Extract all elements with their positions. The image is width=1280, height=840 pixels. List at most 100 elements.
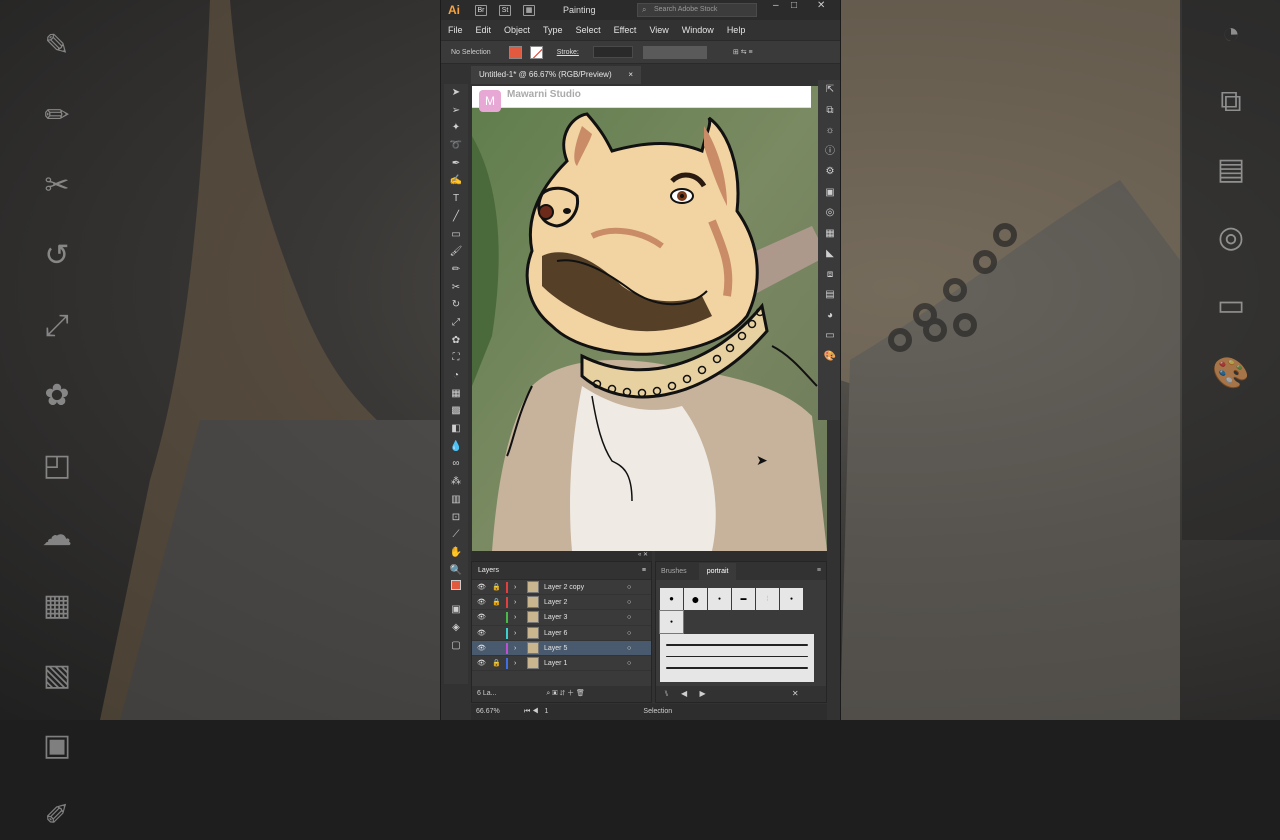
mesh-tool-icon[interactable]: ▩ bbox=[444, 402, 468, 420]
layer-name[interactable]: Layer 2 bbox=[544, 595, 567, 610]
color-guide-icon[interactable]: ◕ bbox=[818, 306, 841, 327]
scale-tool-icon[interactable]: ⤢ bbox=[444, 314, 468, 332]
visibility-eye-icon[interactable]: 👁 bbox=[477, 641, 486, 656]
type-tool-icon[interactable]: T bbox=[444, 190, 468, 208]
menu-help[interactable]: Help bbox=[727, 25, 746, 35]
visibility-eye-icon[interactable]: 👁 bbox=[477, 595, 486, 610]
brush-swatch[interactable]: ● bbox=[708, 588, 731, 610]
stock-search-input[interactable]: ⌕Search Adobe Stock bbox=[637, 3, 757, 17]
menu-effect[interactable]: Effect bbox=[614, 25, 637, 35]
layer-actions-icon[interactable]: ⌕ ▣ ⇵ ＋ 🗑 bbox=[546, 690, 585, 697]
hand-tool-icon[interactable]: ✋ bbox=[444, 544, 468, 562]
direct-selection-tool-icon[interactable]: ➢ bbox=[444, 102, 468, 120]
layer-name[interactable]: Layer 5 bbox=[544, 641, 567, 656]
artboard-nav[interactable]: ⏮ ◀ bbox=[524, 704, 539, 720]
expand-arrow-icon[interactable]: › bbox=[514, 610, 516, 625]
prev-library-icon[interactable]: ◀ bbox=[681, 689, 687, 698]
rotate-tool-icon[interactable]: ↻ bbox=[444, 296, 468, 314]
color-mode-icon[interactable]: ▣ bbox=[444, 601, 468, 619]
line-tool-icon[interactable]: ╱ bbox=[444, 208, 468, 226]
menu-object[interactable]: Object bbox=[504, 25, 530, 35]
brush-swatch[interactable]: ╎ bbox=[756, 588, 779, 610]
menu-edit[interactable]: Edit bbox=[476, 25, 492, 35]
visibility-eye-icon[interactable]: 👁 bbox=[477, 580, 486, 595]
panel-menu-icon[interactable]: ≡ bbox=[642, 562, 646, 580]
shape-builder-icon[interactable]: ◔ bbox=[444, 367, 468, 385]
lock-icon[interactable]: 🔒 bbox=[492, 595, 501, 610]
layer-row[interactable]: 👁 › Layer 6 ○ bbox=[472, 626, 651, 641]
rectangle-tool-icon[interactable]: ▭ bbox=[444, 226, 468, 244]
free-transform-icon[interactable]: ⛶ bbox=[444, 349, 468, 367]
pencil-tool-icon[interactable]: ✏ bbox=[444, 261, 468, 279]
target-circle-icon[interactable]: ○ bbox=[627, 656, 631, 671]
stock-icon[interactable]: St bbox=[499, 5, 511, 16]
swatches-grid-icon[interactable]: ▦ bbox=[818, 224, 841, 245]
artboard-number[interactable]: 1 bbox=[545, 704, 549, 720]
remove-stroke-icon[interactable]: ✕ bbox=[792, 689, 799, 698]
next-library-icon[interactable]: ▶ bbox=[699, 689, 705, 698]
menu-window[interactable]: Window bbox=[682, 25, 714, 35]
layer-row[interactable]: 👁›Layer 3○ bbox=[472, 610, 651, 625]
target-circle-icon[interactable]: ○ bbox=[627, 595, 631, 610]
stroke-panel-icon[interactable]: ▭ bbox=[818, 326, 841, 347]
menu-file[interactable]: File bbox=[448, 25, 463, 35]
lasso-icon[interactable]: ➰ bbox=[444, 137, 468, 155]
align-panel-icon[interactable]: ▤ bbox=[818, 285, 841, 306]
current-tool-status[interactable]: Selection bbox=[643, 704, 672, 720]
close-button[interactable]: ✕ bbox=[817, 0, 825, 11]
stroke-weight-input[interactable] bbox=[593, 46, 633, 58]
transparency-icon[interactable]: ◣ bbox=[818, 244, 841, 265]
target-circle-icon[interactable]: ○ bbox=[627, 580, 631, 595]
visibility-eye-icon[interactable]: 👁 bbox=[477, 656, 486, 671]
tab-portrait[interactable]: portrait bbox=[699, 563, 737, 580]
brush-swatch[interactable]: ● bbox=[660, 611, 683, 633]
appearance-icon[interactable]: ☼ bbox=[818, 121, 841, 142]
stroke-swatch[interactable] bbox=[530, 46, 543, 59]
brush-swatch[interactable]: ● bbox=[780, 588, 803, 610]
screen-mode-icon[interactable]: ▢ bbox=[444, 637, 468, 655]
pathfinder-icon[interactable]: ⧈ bbox=[818, 265, 841, 286]
layer-row[interactable]: 👁🔒›Layer 2○ bbox=[472, 595, 651, 610]
layer-name[interactable]: Layer 2 copy bbox=[544, 580, 584, 595]
fill-stroke-icon[interactable] bbox=[444, 579, 468, 601]
export-icon[interactable]: ⇱ bbox=[818, 80, 841, 101]
eyedropper-icon[interactable]: 💧 bbox=[444, 438, 468, 456]
brush-stroke-previews[interactable] bbox=[660, 634, 814, 682]
menu-type[interactable]: Type bbox=[543, 25, 563, 35]
scissors-tool-icon[interactable]: ✂ bbox=[444, 279, 468, 297]
menu-select[interactable]: Select bbox=[576, 25, 601, 35]
lock-icon[interactable]: 🔒 bbox=[492, 580, 501, 595]
expand-arrow-icon[interactable]: › bbox=[514, 626, 516, 641]
layer-name[interactable]: Layer 3 bbox=[544, 610, 567, 625]
target-circle-icon[interactable]: ○ bbox=[627, 626, 631, 641]
zoom-level[interactable]: 66.67% bbox=[476, 704, 524, 720]
graph-tool-icon[interactable]: ▥ bbox=[444, 491, 468, 509]
bridge-icon[interactable]: Br bbox=[475, 5, 487, 16]
document-tab[interactable]: Untitled-1* @ 66.67% (RGB/Preview) × bbox=[471, 66, 641, 84]
zoom-tool-icon[interactable]: 🔍 bbox=[444, 562, 468, 580]
menu-view[interactable]: View bbox=[649, 25, 668, 35]
layer-name[interactable]: Layer 6 bbox=[544, 626, 567, 641]
expand-arrow-icon[interactable]: › bbox=[514, 580, 516, 595]
layer-name[interactable]: Layer 1 bbox=[544, 656, 567, 671]
artboard-canvas[interactable]: M Mawarni Studio ➤ bbox=[472, 86, 827, 551]
panel-menu-icon[interactable]: ≡ bbox=[817, 567, 821, 574]
layer-row[interactable]: 👁🔒›Layer 1○ bbox=[472, 656, 651, 671]
align-icon[interactable]: ⊞ ⇆ ≡ bbox=[733, 48, 753, 56]
tab-brushes[interactable]: Brushes bbox=[661, 568, 687, 575]
selection-tool-icon[interactable]: ➤ bbox=[444, 84, 468, 102]
visibility-eye-icon[interactable]: 👁 bbox=[477, 626, 486, 641]
brush-library-icon[interactable]: ⑊ bbox=[664, 689, 669, 698]
magic-wand-icon[interactable]: ✦ bbox=[444, 119, 468, 137]
minimize-button[interactable]: – bbox=[773, 0, 779, 11]
settings-icon[interactable]: ⚙ bbox=[818, 162, 841, 183]
brush-swatch[interactable]: ● bbox=[684, 588, 707, 610]
curvature-tool-icon[interactable]: ✍ bbox=[444, 172, 468, 190]
blend-tool-icon[interactable]: ∞ bbox=[444, 455, 468, 473]
pen-tool-icon[interactable]: ✒ bbox=[444, 155, 468, 173]
libraries-icon[interactable]: ⧉ bbox=[818, 101, 841, 122]
warp-tool-icon[interactable]: ✿ bbox=[444, 332, 468, 350]
target-circle-icon[interactable]: ○ bbox=[627, 610, 631, 625]
close-tab-icon[interactable]: × bbox=[628, 66, 633, 84]
symbol-sprayer-icon[interactable]: ⁂ bbox=[444, 473, 468, 491]
